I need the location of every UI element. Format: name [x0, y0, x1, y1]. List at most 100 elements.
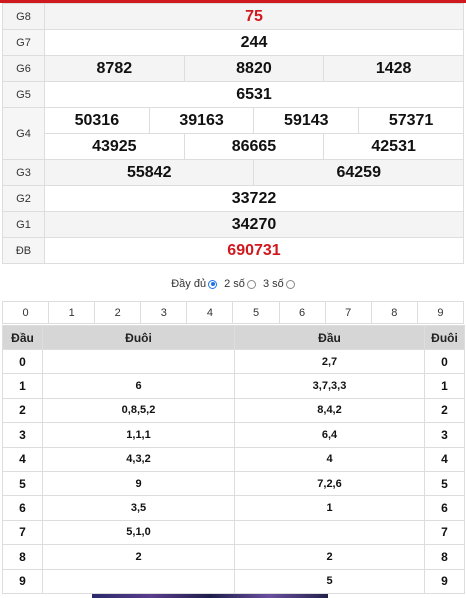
digit-button[interactable]: 7 [324, 301, 372, 324]
filter-option-full[interactable]: Đầy đủ [171, 278, 218, 290]
prize-number: 86665 [183, 133, 325, 160]
prize-number: 42531 [323, 133, 464, 160]
prize-label: G1 [2, 211, 45, 238]
radio-full[interactable] [208, 279, 218, 289]
loto-heads: 4 [234, 446, 425, 472]
loto-tails: 5,1,0 [42, 519, 235, 546]
loto-key: 9 [2, 568, 43, 594]
loto-heads: 7,2,6 [234, 470, 425, 497]
radio-two-digit[interactable] [246, 279, 256, 289]
prize-row-g6: G6 8782 8820 1428 [2, 55, 464, 82]
prize-label: G3 [2, 159, 45, 186]
loto-key: 1 [424, 373, 465, 399]
prize-number: 33722 [44, 185, 464, 212]
prize-number: 1428 [323, 55, 464, 82]
loto-tails: 0,8,5,2 [42, 397, 235, 424]
digit-selector: 0 1 2 3 4 5 6 7 8 9 [1, 301, 465, 324]
header-head: Đầu [2, 325, 43, 350]
prize-number: 59143 [253, 107, 360, 134]
banner-edge [92, 594, 328, 598]
prize-number: 34270 [44, 211, 464, 238]
loto-heads: 6,4 [234, 422, 425, 448]
results-table: G8 75 G7 244 G6 8782 8820 1428 G5 6531 G… [2, 3, 464, 264]
digit-button[interactable]: 0 [1, 301, 50, 324]
header-tail: Đuôi [42, 325, 235, 350]
loto-tails: 3,5 [42, 495, 235, 521]
loto-key: 2 [2, 397, 43, 424]
loto-key: 4 [424, 446, 465, 472]
loto-row: 3 1,1,1 6,4 3 [2, 422, 465, 448]
digit-button[interactable]: 3 [140, 301, 188, 324]
loto-heads: 2 [234, 544, 425, 570]
loto-heads: 2,7 [234, 348, 425, 375]
prize-row-g3: G3 55842 64259 [2, 159, 464, 186]
loto-key: 2 [424, 397, 465, 424]
loto-tails [42, 348, 235, 375]
prize-number: 8820 [183, 55, 325, 82]
loto-key: 7 [2, 519, 43, 546]
radio-three-digit[interactable] [285, 279, 295, 289]
loto-key: 6 [2, 495, 43, 521]
loto-key: 4 [2, 446, 43, 472]
loto-head-tail-table: Đầu Đuôi Đầu Đuôi 0 2,7 0 1 6 3,7,3,3 1 … [2, 325, 465, 594]
filter-two-label: 2 số [224, 278, 245, 290]
digit-button[interactable]: 5 [232, 301, 280, 324]
filter-three-label: 3 số [262, 278, 284, 290]
digit-button[interactable]: 4 [186, 301, 234, 324]
loto-key: 3 [2, 422, 43, 448]
loto-key: 5 [424, 470, 465, 497]
loto-row: 9 5 9 [2, 568, 465, 594]
digit-button[interactable]: 6 [278, 301, 326, 324]
display-filter: Đầy đủ 2 số 3 số [0, 278, 466, 290]
digit-button[interactable]: 9 [416, 301, 465, 324]
loto-key: 6 [424, 495, 465, 521]
loto-heads [234, 519, 425, 546]
prize-label: G2 [2, 185, 45, 212]
loto-key: 3 [424, 422, 465, 448]
prize-number: 55842 [43, 159, 255, 186]
prize-row-g2: G2 33722 [2, 185, 464, 212]
loto-key: 0 [424, 348, 465, 375]
loto-row: 5 9 7,2,6 5 [2, 470, 465, 497]
loto-tails: 4,3,2 [42, 446, 235, 472]
loto-heads: 8,4,2 [234, 397, 425, 424]
prize-number: 39163 [148, 107, 255, 134]
prize-number: 57371 [358, 107, 464, 134]
loto-tails: 9 [42, 470, 235, 497]
loto-header-row: Đầu Đuôi Đầu Đuôi [2, 325, 465, 350]
prize-number: 8782 [44, 55, 185, 82]
loto-row: 7 5,1,0 7 [2, 519, 465, 546]
loto-tails: 6 [42, 373, 235, 399]
prize-row-g8: G8 75 [2, 3, 464, 30]
digit-button[interactable]: 1 [48, 301, 96, 324]
filter-option-three[interactable]: 3 số [263, 278, 295, 290]
loto-key: 8 [424, 544, 465, 570]
filter-option-two[interactable]: 2 số [224, 278, 256, 290]
special-prize-number: 690731 [44, 237, 464, 264]
loto-row: 2 0,8,5,2 8,4,2 2 [2, 397, 465, 424]
prize-row-g1: G1 34270 [2, 211, 464, 238]
loto-key: 5 [2, 470, 43, 497]
loto-row: 8 2 2 8 [2, 544, 465, 570]
loto-row: 0 2,7 0 [2, 348, 465, 375]
loto-key: 7 [424, 519, 465, 546]
header-head: Đầu [234, 325, 425, 350]
prize-label: G5 [2, 81, 45, 108]
prize-number: 6531 [44, 81, 464, 108]
digit-button[interactable]: 2 [94, 301, 142, 324]
loto-key: 8 [2, 544, 43, 570]
loto-row: 4 4,3,2 4 4 [2, 446, 465, 472]
prize-number: 244 [44, 29, 464, 56]
header-tail: Đuôi [424, 325, 465, 350]
prize-label: G6 [2, 55, 45, 82]
loto-row: 6 3,5 1 6 [2, 495, 465, 521]
prize-row-g7: G7 244 [2, 29, 464, 56]
prize-number: 64259 [253, 159, 464, 186]
prize-number: 43925 [44, 133, 185, 160]
prize-label: ĐB [2, 237, 45, 264]
digit-button[interactable]: 8 [370, 301, 418, 324]
loto-key: 1 [2, 373, 43, 399]
loto-tails: 2 [42, 544, 235, 570]
loto-heads: 1 [234, 495, 425, 521]
prize-number: 50316 [44, 107, 150, 134]
